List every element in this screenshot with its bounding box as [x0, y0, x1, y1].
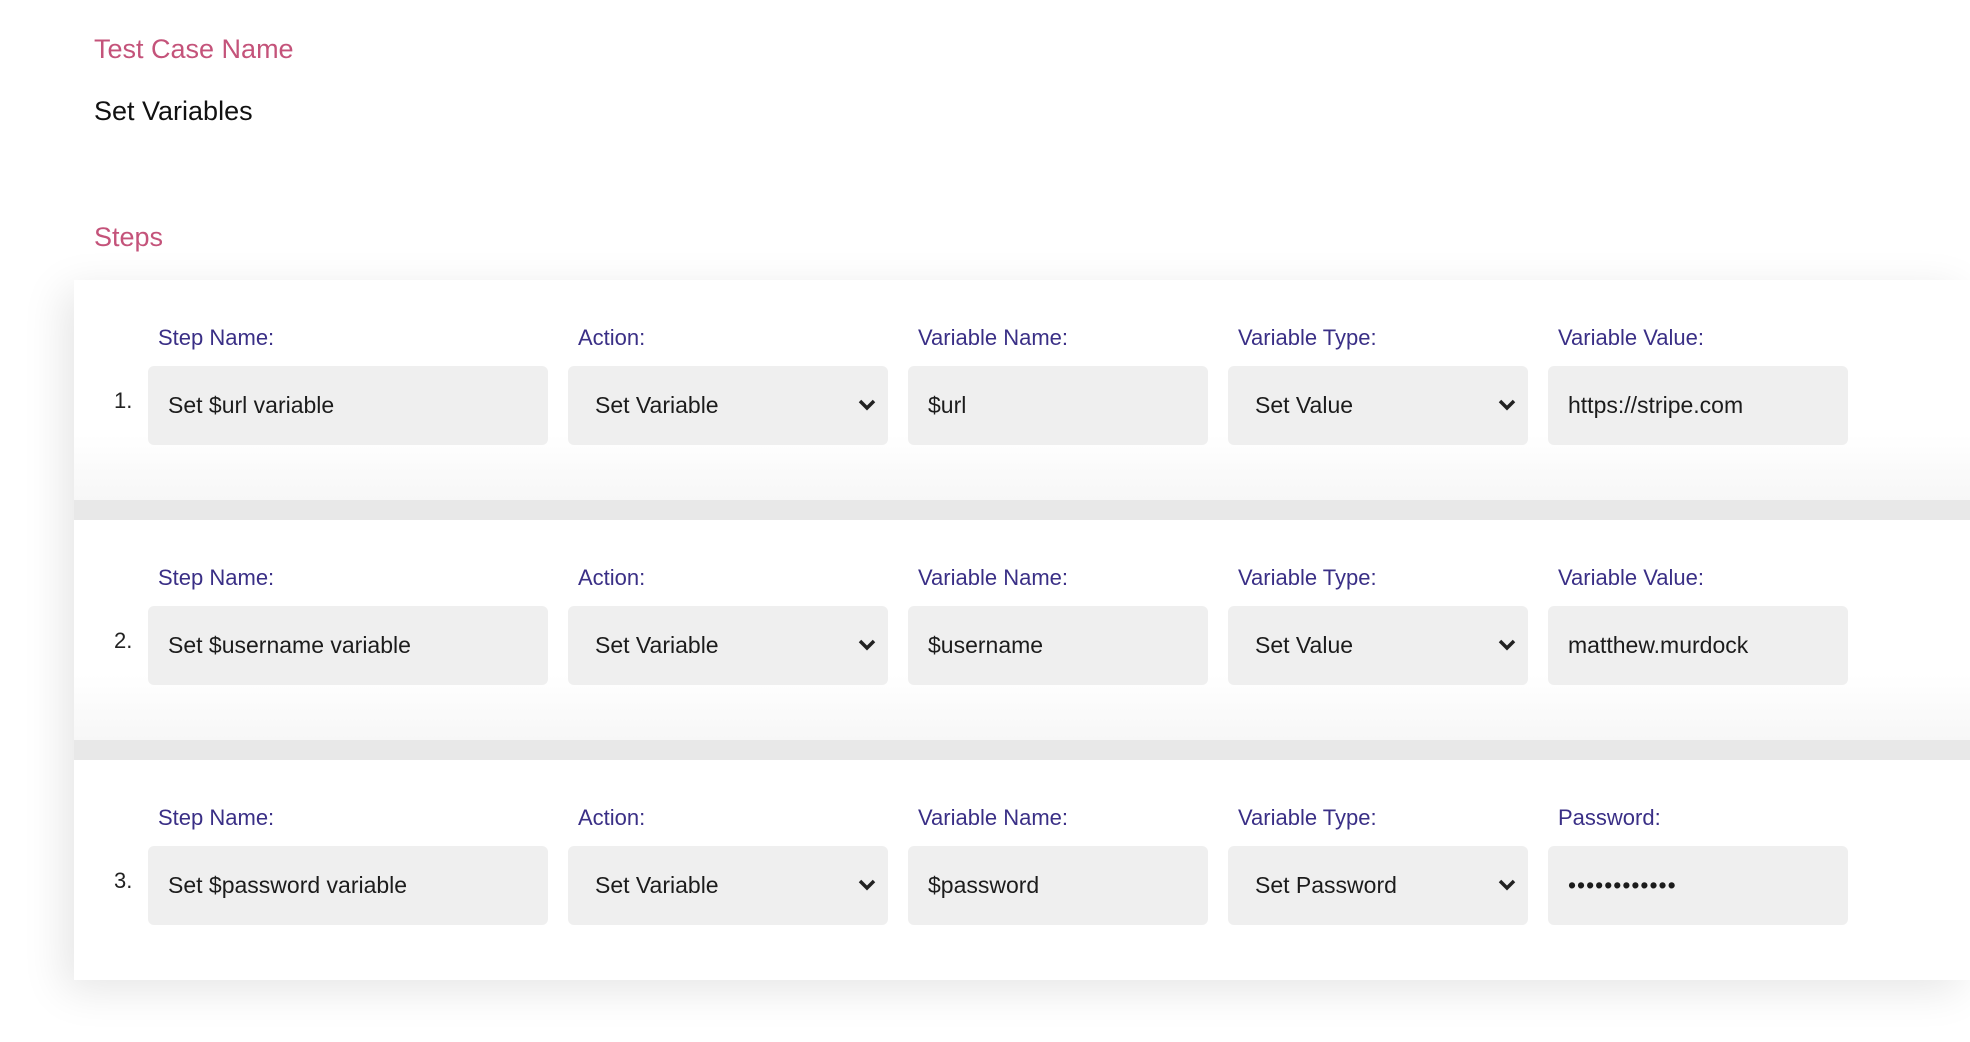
test-case-name-value: Set Variables	[94, 96, 253, 126]
step-name-label: Step Name:	[158, 325, 275, 350]
variable-type-label: Variable Type:	[1238, 805, 1377, 830]
action-label: Action:	[578, 565, 646, 590]
variable-type-label: Variable Type:	[1238, 565, 1377, 590]
variable-name-input[interactable]: $password	[908, 846, 1208, 925]
chevron-down-icon	[1498, 639, 1516, 650]
variable-type-select[interactable]: Set Value	[1228, 606, 1528, 685]
action-select-value: Set Variable	[595, 632, 719, 658]
action-select[interactable]: Set Variable	[568, 846, 888, 925]
step-number: 1.	[114, 388, 133, 413]
variable-name-input[interactable]: $url	[908, 366, 1208, 445]
step-card: 2. Step Name: Set $username variable Act…	[74, 520, 1970, 740]
variable-type-label: Variable Type:	[1238, 325, 1377, 350]
step-number: 2.	[114, 628, 133, 653]
step-name-label: Step Name:	[158, 565, 275, 590]
action-label: Action:	[578, 805, 646, 830]
chevron-down-icon	[858, 879, 876, 890]
action-select-value: Set Variable	[595, 872, 719, 898]
password-label: Password:	[1558, 805, 1661, 830]
step-name-input[interactable]: Set $url variable	[148, 366, 548, 445]
variable-name-label: Variable Name:	[918, 325, 1068, 350]
step-card: 3. Step Name: Set $password variable Act…	[74, 760, 1970, 980]
variable-type-select-value: Set Password	[1255, 872, 1397, 898]
variable-type-select-value: Set Value	[1255, 392, 1354, 418]
steps-label: Steps	[94, 222, 164, 252]
action-select[interactable]: Set Variable	[568, 366, 888, 445]
variable-name-label: Variable Name:	[918, 565, 1068, 590]
chevron-down-icon	[858, 399, 876, 410]
variable-name-label: Variable Name:	[918, 805, 1068, 830]
step-card: 1. Step Name: Set $url variable Action: …	[74, 280, 1970, 500]
variable-value-label: Variable Value:	[1558, 565, 1704, 590]
step-name-input[interactable]: Set $password variable	[148, 846, 548, 925]
variable-name-input[interactable]: $username	[908, 606, 1208, 685]
step-name-input[interactable]: Set $username variable	[148, 606, 548, 685]
step-name-label: Step Name:	[158, 805, 275, 830]
chevron-down-icon	[858, 639, 876, 650]
step-number: 3.	[114, 868, 133, 893]
variable-type-select[interactable]: Set Password	[1228, 846, 1528, 925]
chevron-down-icon	[1498, 879, 1516, 890]
chevron-down-icon	[1498, 399, 1516, 410]
steps-list: 1. Step Name: Set $url variable Action: …	[74, 280, 1970, 980]
action-select[interactable]: Set Variable	[568, 606, 888, 685]
variable-value-input[interactable]: https://stripe.com	[1548, 366, 1848, 445]
test-case-name-label: Test Case Name	[94, 34, 294, 64]
variable-type-select-value: Set Value	[1255, 632, 1354, 658]
variable-value-input[interactable]: matthew.murdock	[1548, 606, 1848, 685]
action-select-value: Set Variable	[595, 392, 719, 418]
variable-type-select[interactable]: Set Value	[1228, 366, 1528, 445]
password-input[interactable]: ••••••••••••	[1548, 846, 1848, 925]
variable-value-label: Variable Value:	[1558, 325, 1704, 350]
action-label: Action:	[578, 325, 646, 350]
